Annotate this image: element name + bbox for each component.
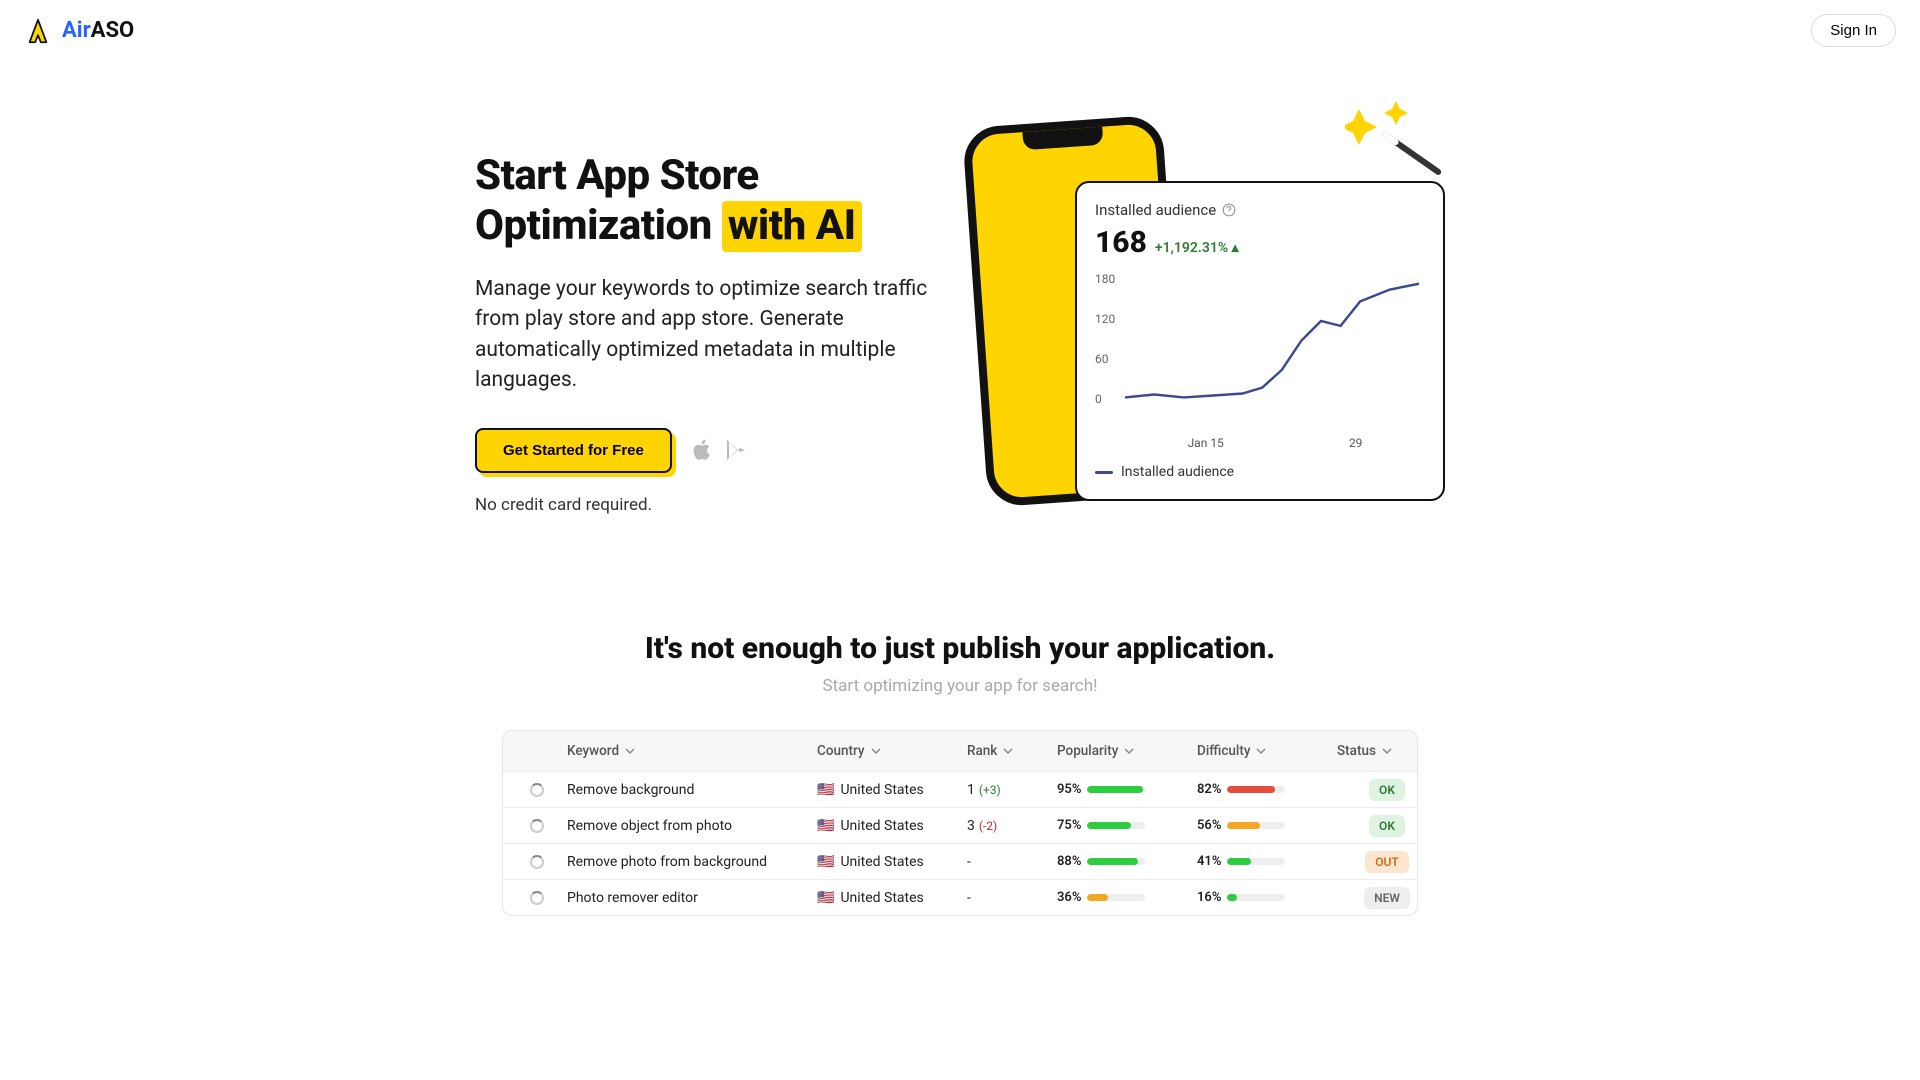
hero-title: Start App Store Optimization with AI [475,151,935,252]
difficulty-cell: 16% [1197,890,1337,905]
header-difficulty[interactable]: Difficulty [1197,743,1337,759]
analytics-growth: +1,192.31% ▴ [1155,240,1239,256]
header-country[interactable]: Country [817,743,967,759]
section2-subtitle: Start optimizing your app for search! [0,676,1920,696]
rank-cell: 1(+3) [967,782,1057,798]
help-icon [1222,203,1236,217]
analytics-big-number: 168 [1095,225,1147,260]
keyword-cell: Photo remover editor [567,890,817,906]
status-cell: OUT [1337,851,1418,873]
keyword-cell: Remove object from photo [567,818,817,834]
chevron-down-icon [1003,746,1013,756]
keywords-table: Keyword Country Rank Popularity Difficul… [502,730,1418,916]
chart-legend: Installed audience [1095,464,1425,480]
status-cell: OK [1337,815,1418,837]
popularity-cell: 36% [1057,890,1197,905]
loading-icon [530,819,544,833]
difficulty-cell: 41% [1197,854,1337,869]
difficulty-cell: 56% [1197,818,1337,833]
table-row: Remove object from photo 🇺🇸United States… [503,807,1417,843]
section2-title: It's not enough to just publish your app… [0,631,1920,666]
loading-icon [530,783,544,797]
brand-logo-icon [24,17,52,45]
keyword-cell: Remove photo from background [567,854,817,870]
header-rank[interactable]: Rank [967,743,1057,759]
loading-icon [530,891,544,905]
chevron-down-icon [1124,746,1134,756]
brand-text: AirASO [62,18,134,43]
popularity-cell: 88% [1057,854,1197,869]
header-keyword[interactable]: Keyword [567,743,817,759]
header-popularity[interactable]: Popularity [1057,743,1197,759]
chevron-down-icon [871,746,881,756]
rank-cell: 3(-2) [967,818,1057,834]
table-row: Photo remover editor 🇺🇸United States - 3… [503,879,1417,915]
table-row: Remove background 🇺🇸United States 1(+3) … [503,771,1417,807]
popularity-cell: 75% [1057,818,1197,833]
table-row: Remove photo from background 🇺🇸United St… [503,843,1417,879]
rank-cell: - [967,854,1057,870]
signin-button[interactable]: Sign In [1811,14,1896,47]
play-store-icon [724,438,748,462]
difficulty-cell: 82% [1197,782,1337,797]
keyword-cell: Remove background [567,782,817,798]
no-card-text: No credit card required. [475,495,935,515]
country-cell: 🇺🇸United States [817,854,967,870]
chevron-down-icon [1256,746,1266,756]
hero-illustration: Installed audience 168 +1,192.31% ▴ 180 … [965,121,1445,521]
header-status[interactable]: Status [1337,743,1418,759]
loading-icon [530,855,544,869]
brand[interactable]: AirASO [24,17,134,45]
line-chart [1125,272,1419,409]
country-cell: 🇺🇸United States [817,818,967,834]
apple-icon [690,438,714,462]
country-cell: 🇺🇸United States [817,890,967,906]
country-cell: 🇺🇸United States [817,782,967,798]
popularity-cell: 95% [1057,782,1197,797]
hero-subtitle: Manage your keywords to optimize search … [475,274,935,396]
status-cell: OK [1337,779,1418,801]
rank-cell: - [967,890,1057,906]
get-started-button[interactable]: Get Started for Free [475,428,672,473]
chevron-down-icon [1382,746,1392,756]
chevron-down-icon [625,746,635,756]
status-cell: NEW [1337,887,1418,909]
analytics-card: Installed audience 168 +1,192.31% ▴ 180 … [1075,181,1445,501]
analytics-title: Installed audience [1095,201,1216,219]
